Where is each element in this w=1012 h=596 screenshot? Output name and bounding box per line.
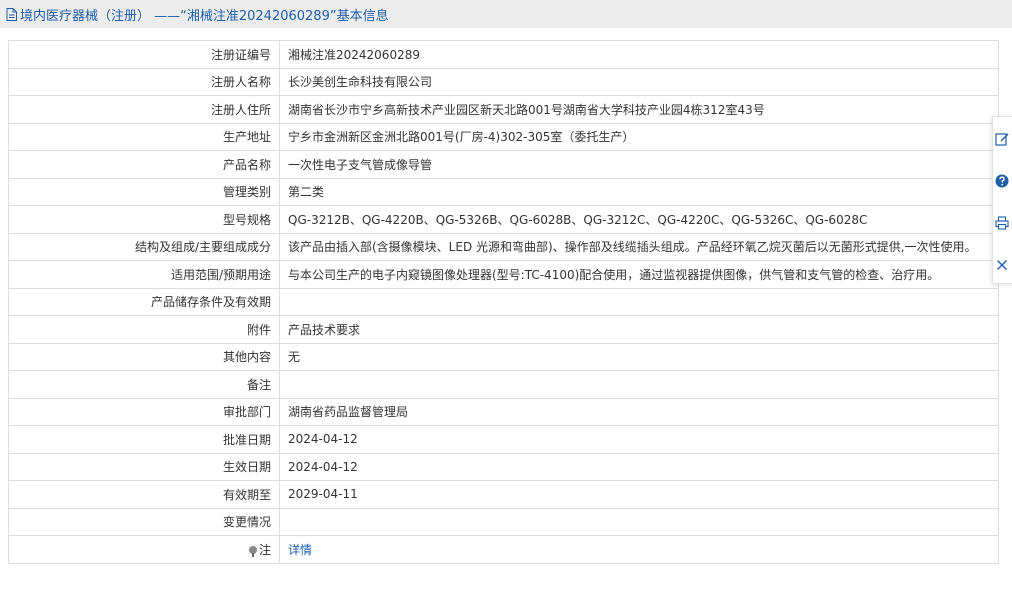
info-row: 产品名称 一次性电子支气管成像导管 [8, 150, 999, 179]
print-button[interactable] [995, 211, 1012, 235]
info-row: 注册证编号 湘械注准20242060289 [8, 40, 999, 69]
note-row: 注 详情 [8, 535, 999, 564]
row-label: 生产地址 [8, 122, 280, 151]
document-icon [6, 7, 17, 21]
info-row: 产品储存条件及有效期 [8, 287, 999, 316]
note-label-cell: 注 [8, 535, 280, 564]
row-value: 2024-04-12 [279, 452, 999, 481]
row-label: 其他内容 [8, 342, 280, 371]
row-value: 该产品由插入部(含摄像模块、LED 光源和弯曲部)、操作部及线缆插头组成。产品经… [279, 232, 999, 261]
row-label: 结构及组成/主要组成成分 [8, 232, 280, 261]
info-row: 批准日期 2024-04-12 [8, 425, 999, 454]
info-row: 审批部门 湖南省药品监督管理局 [8, 397, 999, 426]
info-row: 适用范围/预期用途 与本公司生产的电子内窥镜图像处理器(型号:TC-4100)配合… [8, 260, 999, 289]
info-row: 附件 产品技术要求 [8, 315, 999, 344]
print-icon [995, 216, 1009, 230]
row-label: 生效日期 [8, 452, 280, 481]
info-row: 变更情况 [8, 507, 999, 536]
row-label: 注册证编号 [8, 40, 280, 69]
details-link[interactable]: 详情 [288, 543, 312, 557]
row-label: 有效期至 [8, 480, 280, 509]
row-value: 长沙美创生命科技有限公司 [279, 67, 999, 96]
row-value: 一次性电子支气管成像导管 [279, 150, 999, 179]
info-row: 备注 [8, 370, 999, 399]
row-label: 附件 [8, 315, 280, 344]
side-toolbar [992, 116, 1012, 284]
row-label: 产品名称 [8, 150, 280, 179]
info-row: 生效日期 2024-04-12 [8, 452, 999, 481]
note-label: 注 [258, 542, 271, 557]
row-label: 型号规格 [8, 205, 280, 234]
row-label: 管理类别 [8, 177, 280, 206]
row-label: 批准日期 [8, 425, 280, 454]
row-value: 湖南省长沙市宁乡高新技术产业园区新天北路001号湖南省大学科技产业园4栋312室… [279, 95, 999, 124]
info-row: 结构及组成/主要组成成分 该产品由插入部(含摄像模块、LED 光源和弯曲部)、操作… [8, 232, 999, 261]
close-icon [997, 260, 1007, 270]
device-info-table: 注册证编号 湘械注准20242060289 注册人名称 长沙美创生命科技有限公司 注册人… [8, 40, 999, 564]
help-icon [995, 174, 1009, 188]
row-value: 湖南省药品监督管理局 [279, 397, 999, 426]
info-row: 生产地址 宁乡市金洲新区金洲北路001号(厂房-4)302-305室（委托生产） [8, 122, 999, 151]
row-value: 无 [279, 342, 999, 371]
row-value: 与本公司生产的电子内窥镜图像处理器(型号:TC-4100)配合使用，通过监视器提… [279, 260, 999, 289]
info-row: 注册人住所 湖南省长沙市宁乡高新技术产业园区新天北路001号湖南省大学科技产业园4… [8, 95, 999, 124]
info-row: 型号规格 QG-3212B、QG-4220B、QG-5326B、QG-6028B、… [8, 205, 999, 234]
row-value: 第二类 [279, 177, 999, 206]
info-row: 其他内容无 [8, 342, 999, 371]
pin-icon [248, 545, 257, 557]
info-row: 管理类别 第二类 [8, 177, 999, 206]
note-value-cell: 详情 [279, 535, 999, 564]
row-value [279, 287, 999, 316]
row-value [279, 507, 999, 536]
edit-icon [995, 133, 1009, 146]
edit-button[interactable] [995, 127, 1012, 151]
row-label: 备注 [8, 370, 280, 399]
row-value: 2029-04-11 [279, 480, 999, 509]
row-label: 注册人住所 [8, 95, 280, 124]
row-label: 适用范围/预期用途 [8, 260, 280, 289]
row-label: 产品储存条件及有效期 [8, 287, 280, 316]
row-value: 宁乡市金洲新区金洲北路001号(厂房-4)302-305室（委托生产） [279, 122, 999, 151]
info-row: 注册人名称 长沙美创生命科技有限公司 [8, 67, 999, 96]
page-title: 境内医疗器械（注册） ——“湘械注准20242060289”基本信息 [20, 8, 389, 24]
row-value: QG-3212B、QG-4220B、QG-5326B、QG-6028B、QG-3… [279, 205, 999, 234]
info-row: 有效期至 2029-04-11 [8, 480, 999, 509]
row-label: 注册人名称 [8, 67, 280, 96]
row-value: 2024-04-12 [279, 425, 999, 454]
row-value [279, 370, 999, 399]
row-value: 产品技术要求 [279, 315, 999, 344]
row-label: 变更情况 [8, 507, 280, 536]
page-header: 境内医疗器械（注册） ——“湘械注准20242060289”基本信息 [0, 0, 1012, 28]
row-value: 湘械注准20242060289 [279, 40, 999, 69]
help-button[interactable] [995, 169, 1012, 193]
row-label: 审批部门 [8, 397, 280, 426]
close-button[interactable] [995, 253, 1012, 277]
